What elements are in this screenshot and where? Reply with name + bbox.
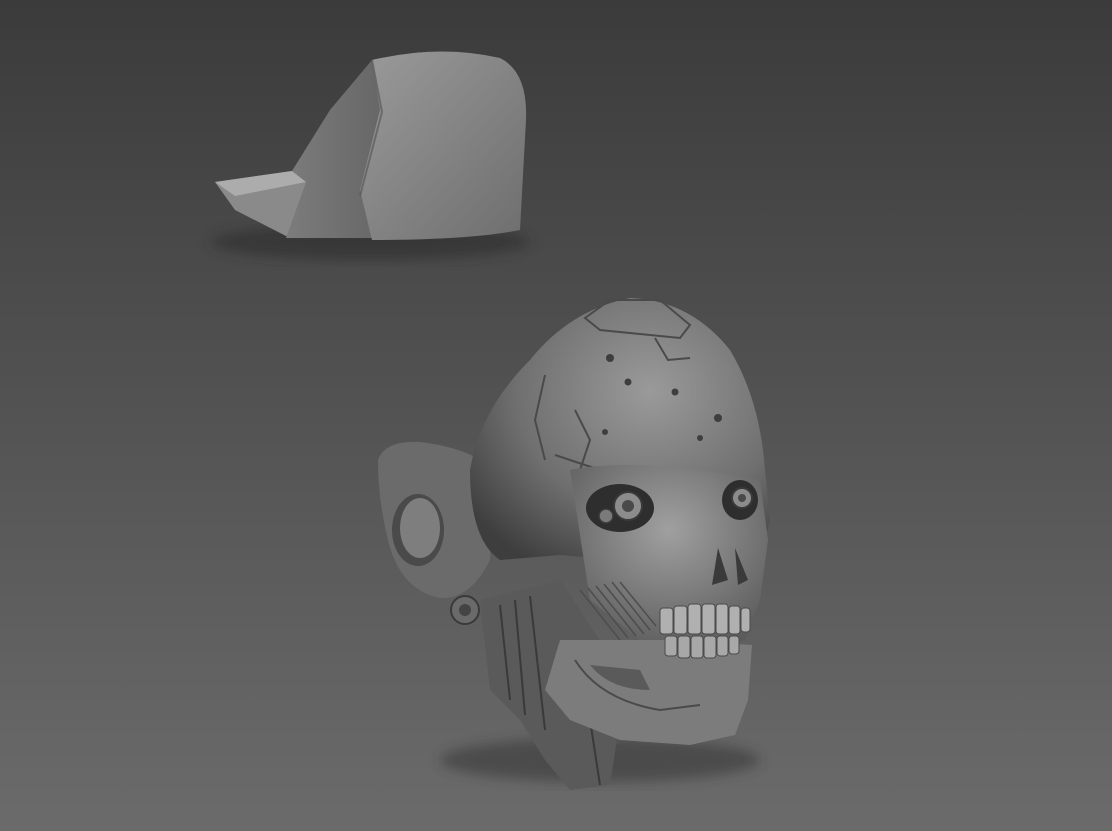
left-eye-aux-lens — [598, 508, 614, 524]
lower-teeth — [664, 635, 740, 659]
neck-joint-inner — [459, 604, 471, 616]
viewport-canvas[interactable] — [0, 0, 1112, 831]
cap-crown-front — [360, 51, 527, 240]
ear-hole-rim — [400, 498, 440, 558]
sculpt-viewport[interactable] — [0, 0, 1112, 831]
right-eye-pupil — [738, 494, 746, 502]
left-eye-pupil — [622, 500, 634, 512]
